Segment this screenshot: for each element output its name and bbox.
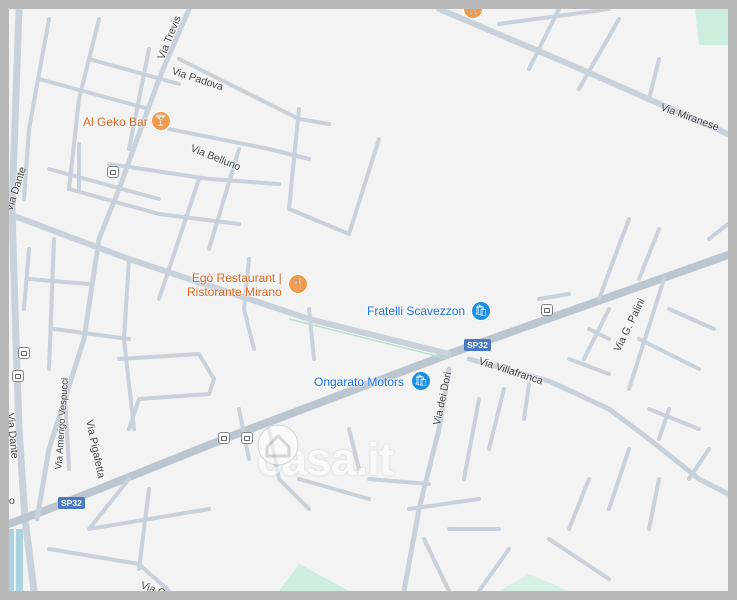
bus-stop-icon[interactable] [218, 432, 230, 444]
street-label-fragment: o [9, 495, 15, 507]
canal [9, 529, 23, 591]
park-area [279, 564, 349, 591]
bus-stop-icon[interactable] [541, 304, 553, 316]
restaurant-pin[interactable]: 🍴 [288, 274, 308, 294]
place-label-line: Ristorante Mirano [187, 285, 282, 299]
place-label-fratelli-scavezzon[interactable]: Fratelli Scavezzon [367, 304, 465, 318]
bus-stop-icon[interactable] [107, 166, 119, 178]
road-network [9, 9, 728, 591]
route-shield-sp32: SP32 [58, 497, 85, 509]
place-label-ongarato-motors[interactable]: Ongarato Motors [314, 375, 404, 389]
map-canvas[interactable]: Via Trevis Via Padova Via Miranese Via B… [9, 9, 728, 591]
shop-pin[interactable]: 🛍 [471, 301, 491, 321]
bus-stop-icon[interactable] [18, 347, 30, 359]
bus-stop-icon[interactable] [241, 432, 253, 444]
place-label-line: Egò Restaurant | [191, 271, 282, 285]
house-icon [257, 424, 299, 466]
route-shield-sp32: SP32 [464, 339, 491, 351]
shopping-bag-icon: 🛍 [474, 304, 488, 317]
bus-stop-icon[interactable] [12, 370, 24, 382]
park-area [499, 574, 569, 591]
bar-pin[interactable]: 🍸 [151, 111, 171, 131]
casa-it-watermark: casa.it [257, 424, 502, 494]
fork-knife-icon: 🍴 [291, 277, 305, 290]
cocktail-icon: 🍸 [154, 114, 168, 127]
place-label-ego-restaurant[interactable]: Egò Restaurant | Ristorante Mirano [187, 271, 282, 299]
fork-knife-icon: 🍴 [466, 9, 480, 15]
place-label-al-geko-bar[interactable]: Al Geko Bar [83, 115, 148, 129]
shop-pin[interactable]: 🛍 [411, 371, 431, 391]
map-frame: Via Trevis Via Padova Via Miranese Via B… [0, 0, 737, 600]
park-area [695, 9, 728, 45]
shopping-bag-icon: 🛍 [414, 374, 428, 387]
